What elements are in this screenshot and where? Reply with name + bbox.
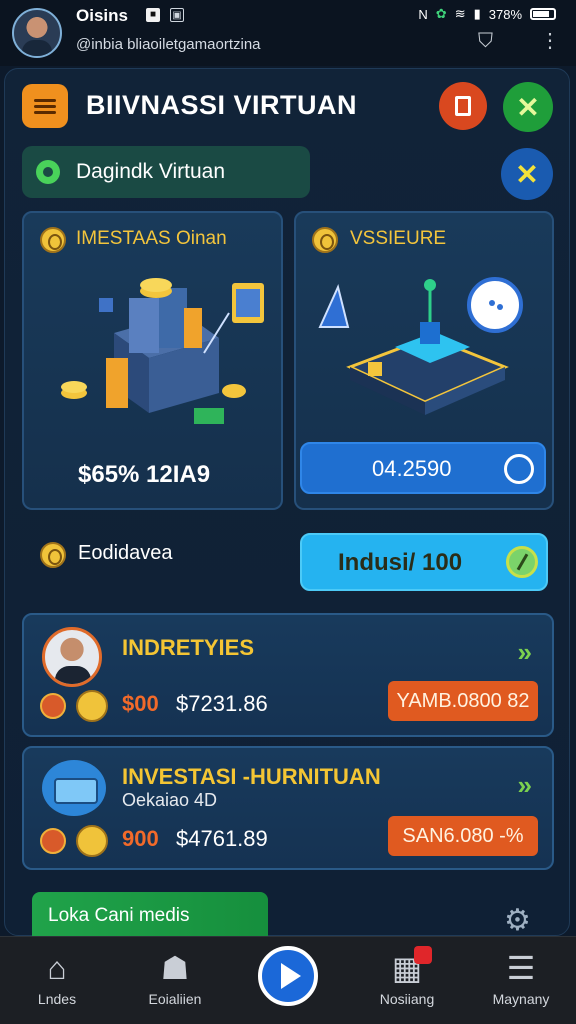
- fire-icon: [40, 693, 66, 719]
- coin-icon: [76, 690, 108, 722]
- coin-icon: [40, 542, 66, 568]
- toggle-icon: [36, 160, 60, 184]
- card-title: IMESTAAS Oinan: [76, 228, 227, 249]
- leaf-icon: [506, 546, 538, 578]
- nav-label: Eoialiien: [148, 991, 202, 1007]
- list-item-amount: 900: [122, 826, 159, 851]
- investment-card[interactable]: IMESTAAS Oinan $65% 12IA9: [22, 211, 283, 510]
- local-media-button[interactable]: Loka Cani medis: [32, 892, 268, 942]
- image-icon: ▣: [170, 8, 184, 22]
- building-illustration: [61, 278, 264, 424]
- list-item[interactable]: INVESTASI -HURNITUAN Oekaiao 4D » 900 $4…: [22, 746, 554, 870]
- chevron-right-icon[interactable]: »: [518, 637, 532, 668]
- circle-icon: [504, 454, 534, 484]
- nav-label: Nosiiang: [379, 991, 435, 1007]
- close-icon: ✕: [516, 91, 540, 123]
- profile-avatar[interactable]: [12, 8, 62, 58]
- avatar: [42, 627, 102, 687]
- ghost-icon: ☗: [160, 950, 190, 986]
- filter-chip-label: Dagindk Virtuan: [76, 160, 226, 183]
- virtual-value: 04.2590: [372, 456, 452, 481]
- notification-icon: ■: [146, 8, 160, 22]
- menu-icon: ☰: [506, 950, 536, 986]
- clear-filter-button[interactable]: ✕: [501, 148, 553, 200]
- sync-icon: ✿: [435, 6, 447, 21]
- battery-text: 378%: [488, 6, 522, 22]
- nav-item-menu[interactable]: ☰ Maynany: [466, 937, 576, 1024]
- profile-name: Oisins: [76, 6, 128, 25]
- close-icon: ✕: [515, 158, 539, 190]
- document-icon: [455, 96, 471, 116]
- award-icon[interactable]: ⛉: [478, 30, 493, 53]
- list-item-price: $7231.86: [176, 691, 268, 716]
- signal-icon: ▮: [473, 6, 481, 21]
- home-icon: ⌂: [47, 950, 67, 986]
- nav-label: Lndes: [37, 991, 77, 1007]
- wifi-icon: ≋: [454, 6, 466, 21]
- coin-icon: [40, 227, 66, 253]
- section-label: Eodidavea: [78, 542, 173, 564]
- battery-icon: [530, 8, 556, 20]
- chevron-right-icon[interactable]: »: [518, 770, 532, 801]
- industry-button[interactable]: Indusi/ 100: [300, 533, 548, 591]
- gear-icon[interactable]: ⚙: [504, 903, 531, 938]
- list-item-price: $4761.89: [176, 826, 268, 851]
- list-item-subtitle: Oekaiao 4D: [122, 790, 218, 810]
- nfc-icon: N: [418, 6, 428, 22]
- store-icon: [42, 760, 106, 816]
- local-media-label: Loka Cani medis: [48, 905, 190, 926]
- list-item[interactable]: INDRETYIES » $00 $7231.86 YAMB.0800 82: [22, 613, 554, 737]
- nav-item-home[interactable]: ⌂ Lndes: [2, 937, 112, 1024]
- list-item-tag[interactable]: YAMB.0800 82: [388, 681, 538, 721]
- list-item-tag[interactable]: SAN6.080 -%: [388, 816, 538, 856]
- platform-illustration: [318, 277, 523, 415]
- list-item-title: INVESTASI -HURNITUAN: [122, 764, 381, 789]
- menu-button[interactable]: [22, 84, 68, 128]
- document-button[interactable]: [439, 82, 487, 130]
- list-item-title: INDRETYIES: [122, 635, 255, 660]
- coin-icon: [76, 825, 108, 857]
- page-title: BIIVNASSI VIRTUAN: [86, 90, 358, 120]
- industry-value: Indusi/ 100: [338, 549, 463, 576]
- nav-item-grid[interactable]: ▦ Nosiiang: [352, 937, 462, 1024]
- nav-item-ghost[interactable]: ☗ Eoialiien: [120, 937, 230, 1024]
- filter-chip[interactable]: Dagindk Virtuan: [22, 146, 310, 198]
- coin-icon: [312, 227, 338, 253]
- list-item-amount: $00: [122, 691, 159, 716]
- play-button[interactable]: [258, 946, 318, 1006]
- fire-icon: [40, 828, 66, 854]
- card-title: VSSIEURE: [350, 228, 447, 249]
- close-button[interactable]: ✕: [503, 82, 553, 132]
- hamburger-icon: [34, 96, 56, 117]
- profile-handle: @inbia bliaoiletgamaortzina: [76, 36, 261, 53]
- top-bar: Oisins ■ ▣ @inbia bliaoiletgamaortzina N…: [0, 0, 576, 66]
- notification-badge: [414, 946, 432, 964]
- status-bar: N ✿ ≋ ▮ 378%: [418, 6, 556, 22]
- nav-label: Maynany: [492, 991, 550, 1007]
- virtual-value-button[interactable]: 04.2590: [300, 442, 546, 494]
- play-icon: [281, 963, 301, 989]
- card-value: $65% 12IA9: [78, 461, 211, 488]
- more-vert-icon[interactable]: ⋮: [540, 28, 560, 53]
